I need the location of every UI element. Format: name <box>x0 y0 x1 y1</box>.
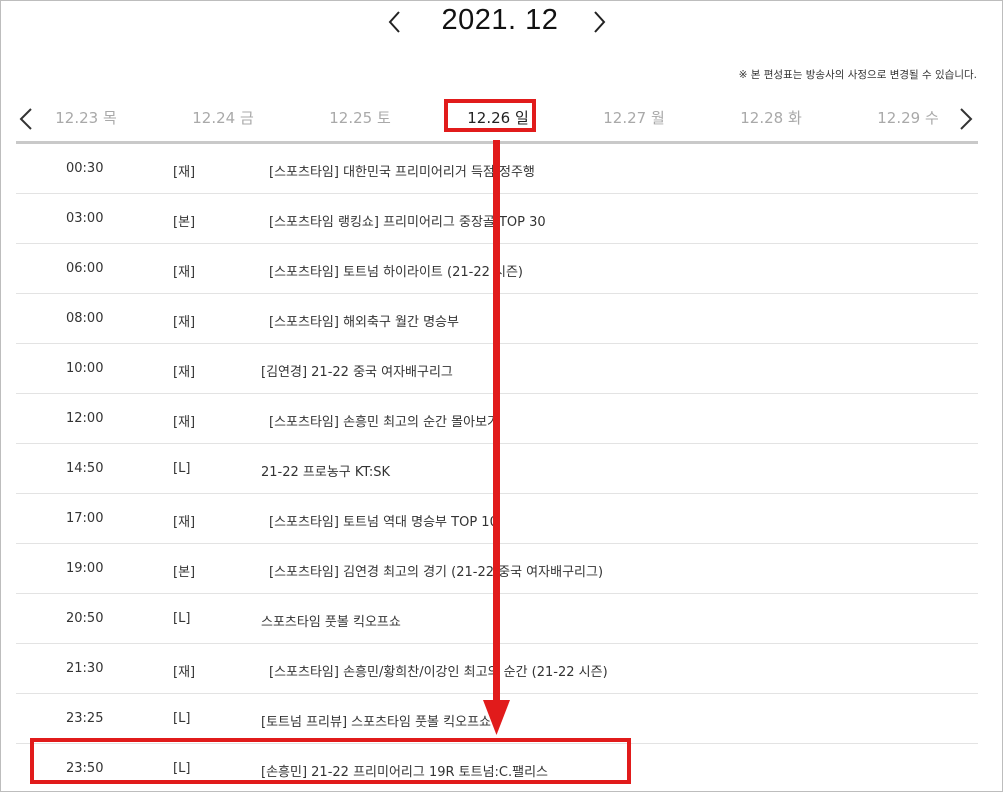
schedule-row[interactable]: 23:25 [L] [토트넘 프리뷰] 스포츠타임 풋볼 킥오프쇼 <box>16 694 978 744</box>
day-tab-12-24[interactable]: 12.24 금 <box>168 107 278 128</box>
month-navigator: 2021. 12 <box>0 0 1003 48</box>
day-tab-12-28[interactable]: 12.28 화 <box>716 107 826 128</box>
schedule-list: 00:30 [재] [스포츠타임] 대한민국 프리미어리거 득점 정주행 03:… <box>16 144 978 793</box>
program-tag: [본] <box>173 215 196 230</box>
program-time: 06:00 <box>66 261 104 276</box>
program-tag: [재] <box>173 315 196 330</box>
program-tag: [L] <box>173 711 191 726</box>
program-time: 03:00 <box>66 211 104 226</box>
program-title: [스포츠타임] 김연경 최고의 경기 (21-22 중국 여자배구리그) <box>269 565 604 580</box>
program-time: 08:00 <box>66 311 104 326</box>
program-time: 19:00 <box>66 561 104 576</box>
program-title: [스포츠타임] 손흥민 최고의 순간 몰아보기 <box>269 415 499 430</box>
program-title: [손흥민] 21-22 프리미어리그 19R 토트넘:C.팰리스 <box>261 765 549 780</box>
day-tab-12-27[interactable]: 12.27 월 <box>579 107 689 128</box>
program-title: [토트넘 프리뷰] 스포츠타임 풋볼 킥오프쇼 <box>261 715 491 730</box>
program-time: 10:00 <box>66 361 104 376</box>
schedule-row[interactable]: 10:00 [재] [김연경] 21-22 중국 여자배구리그 <box>16 344 978 394</box>
program-time: 21:30 <box>66 661 104 676</box>
program-tag: [본] <box>173 565 196 580</box>
program-title: [스포츠타임] 손흥민/황희찬/이강인 최고의 순간 (21-22 시즌) <box>269 665 608 680</box>
schedule-row[interactable]: 19:00 [본] [스포츠타임] 김연경 최고의 경기 (21-22 중국 여… <box>16 544 978 594</box>
program-title: [김연경] 21-22 중국 여자배구리그 <box>261 365 453 380</box>
program-time: 20:50 <box>66 611 104 626</box>
program-time: 23:25 <box>66 711 104 726</box>
month-next-button[interactable] <box>587 8 611 36</box>
program-title: [스포츠타임 랭킹쇼] 프리미어리그 중장골 TOP 30 <box>269 215 546 230</box>
day-tab-bar: 12.23 목 12.24 금 12.25 토 12.26 일 12.27 월 … <box>16 97 978 144</box>
program-title: 21-22 프로농구 KT:SK <box>261 465 391 480</box>
program-title: [스포츠타임] 해외축구 월간 명승부 <box>269 315 459 330</box>
schedule-notice: ※ 본 편성표는 방송사의 사정으로 변경될 수 있습니다. <box>738 69 977 81</box>
chevron-right-icon <box>960 108 973 130</box>
schedule-row[interactable]: 08:00 [재] [스포츠타임] 해외축구 월간 명승부 <box>16 294 978 344</box>
month-title: 2021. 12 <box>441 4 559 36</box>
schedule-row[interactable]: 23:50 [L] [손흥민] 21-22 프리미어리그 19R 토트넘:C.팰… <box>16 744 978 793</box>
schedule-row[interactable]: 20:50 [L] 스포츠타임 풋볼 킥오프쇼 <box>16 594 978 644</box>
schedule-row[interactable]: 00:30 [재] [스포츠타임] 대한민국 프리미어리거 득점 정주행 <box>16 144 978 194</box>
program-title: [스포츠타임] 토트넘 역대 명승부 TOP 10 <box>269 515 498 530</box>
day-tab-12-25[interactable]: 12.25 토 <box>305 107 415 128</box>
program-time: 00:30 <box>66 161 104 176</box>
program-tag: [L] <box>173 461 191 476</box>
schedule-row[interactable]: 06:00 [재] [스포츠타임] 토트넘 하이라이트 (21-22 시즌) <box>16 244 978 294</box>
program-tag: [재] <box>173 265 196 280</box>
program-tag: [L] <box>173 611 191 626</box>
program-time: 23:50 <box>66 761 104 776</box>
program-title: [스포츠타임] 토트넘 하이라이트 (21-22 시즌) <box>269 265 523 280</box>
chevron-left-icon <box>388 11 400 33</box>
program-tag: [재] <box>173 165 196 180</box>
program-time: 14:50 <box>66 461 104 476</box>
program-tag: [L] <box>173 761 191 776</box>
program-title: 스포츠타임 풋볼 킥오프쇼 <box>261 615 401 630</box>
schedule-row[interactable]: 21:30 [재] [스포츠타임] 손흥민/황희찬/이강인 최고의 순간 (21… <box>16 644 978 694</box>
program-tag: [재] <box>173 515 196 530</box>
schedule-row[interactable]: 14:50 [L] 21-22 프로농구 KT:SK <box>16 444 978 494</box>
program-tag: [재] <box>173 415 196 430</box>
day-tab-12-23[interactable]: 12.23 목 <box>31 107 141 128</box>
program-tag: [재] <box>173 665 196 680</box>
selected-day-highlight <box>444 99 536 132</box>
program-title: [스포츠타임] 대한민국 프리미어리거 득점 정주행 <box>269 165 535 180</box>
schedule-row[interactable]: 12:00 [재] [스포츠타임] 손흥민 최고의 순간 몰아보기 <box>16 394 978 444</box>
day-tab-12-29[interactable]: 12.29 수 <box>853 107 963 128</box>
chevron-right-icon <box>594 11 606 33</box>
month-prev-button[interactable] <box>383 8 407 36</box>
day-next-button[interactable] <box>956 106 976 132</box>
program-time: 17:00 <box>66 511 104 526</box>
schedule-row[interactable]: 17:00 [재] [스포츠타임] 토트넘 역대 명승부 TOP 10 <box>16 494 978 544</box>
schedule-row[interactable]: 03:00 [본] [스포츠타임 랭킹쇼] 프리미어리그 중장골 TOP 30 <box>16 194 978 244</box>
program-time: 12:00 <box>66 411 104 426</box>
program-tag: [재] <box>173 365 196 380</box>
